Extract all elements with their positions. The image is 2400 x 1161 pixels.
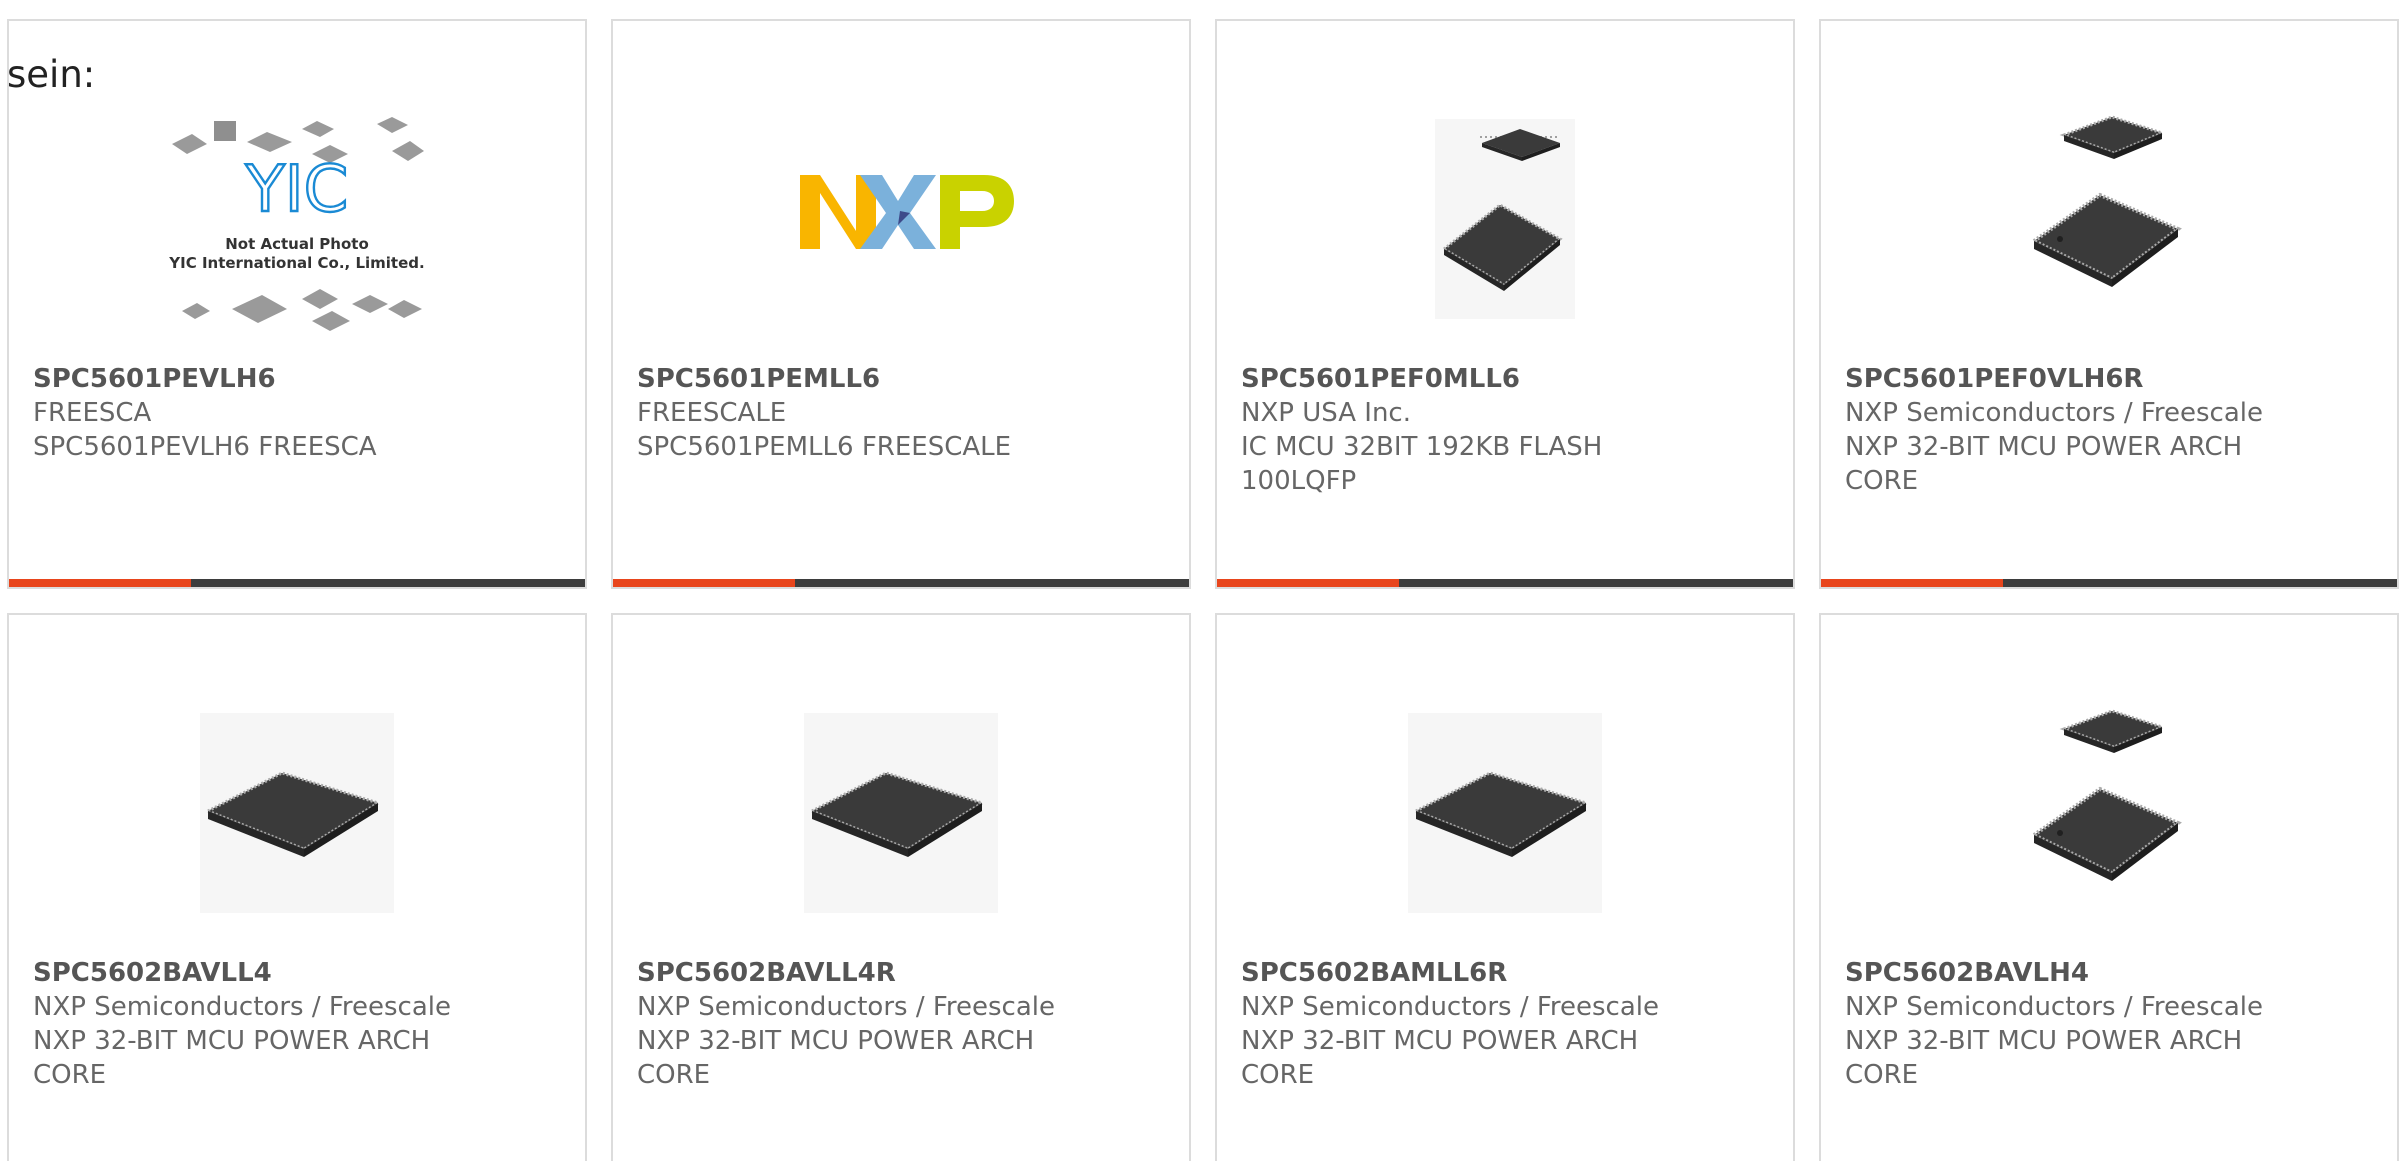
product-image[interactable] [1217, 99, 1793, 339]
card-bottom-bar [1821, 579, 2397, 587]
card-bottom-bar [1217, 579, 1793, 587]
product-info: SPC5601PEMLL6 FREESCALE SPC5601PEMLL6 FR… [637, 362, 1107, 464]
intro-text: sein: [7, 53, 96, 96]
description-text: SPC5601PEMLL6 FREESCALE [637, 432, 1012, 462]
card-bottom-bar [9, 579, 585, 587]
card-accent-bar [1821, 579, 2003, 587]
lqfp-chip-image [200, 713, 394, 913]
product-image[interactable] [1821, 99, 2397, 339]
two-qfp-chips-image [2030, 115, 2182, 287]
manufacturer-text: NXP Semiconductors / Freescale [637, 992, 1056, 1022]
product-info: SPC5601PEF0VLH6R NXP Semiconductors / Fr… [1845, 362, 2315, 498]
manufacturer-text: NXP Semiconductors / Freescale [1241, 992, 1660, 1022]
product-card[interactable]: SPC5602BAVLL4 NXP Semiconductors / Frees… [7, 613, 587, 1161]
description-text: NXP 32-BIT MCU POWER ARCH CORE [1845, 432, 2243, 496]
manufacturer-text: NXP USA Inc. [1241, 398, 1411, 428]
product-image[interactable] [613, 693, 1189, 933]
product-image[interactable] [9, 693, 585, 933]
part-number-link[interactable]: SPC5602BAVLH4 [1845, 956, 2315, 990]
placeholder-not-actual-photo-image: YIC Not Actual Photo YIC International C… [168, 117, 425, 331]
part-number-link[interactable]: SPC5601PEF0MLL6 [1241, 362, 1711, 396]
card-accent-bar [613, 579, 795, 587]
part-number-link[interactable]: SPC5601PEVLH6 [33, 362, 503, 396]
yic-logo-text: YIC [245, 153, 349, 227]
part-number-link[interactable]: SPC5601PEF0VLH6R [1845, 362, 2315, 396]
manufacturer-text: FREESCA [33, 398, 152, 428]
product-info: SPC5601PEF0MLL6 NXP USA Inc. IC MCU 32BI… [1241, 362, 1711, 498]
product-card[interactable]: SPC5601PEF0VLH6R NXP Semiconductors / Fr… [1819, 19, 2399, 589]
placeholder-company-text: YIC International Co., Limited. [168, 254, 424, 272]
two-qfp-chips-image [2030, 709, 2182, 881]
manufacturer-text: NXP Semiconductors / Freescale [1845, 398, 2264, 428]
description-text: NXP 32-BIT MCU POWER ARCH CORE [33, 1026, 431, 1090]
product-info: SPC5602BAMLL6R NXP Semiconductors / Free… [1241, 956, 1711, 1092]
card-bottom-bar [613, 579, 1189, 587]
two-qfp-chips-image [1435, 119, 1575, 319]
description-text: NXP 32-BIT MCU POWER ARCH CORE [1845, 1026, 2243, 1090]
product-image[interactable] [1821, 693, 2397, 933]
description-text: NXP 32-BIT MCU POWER ARCH CORE [637, 1026, 1035, 1090]
manufacturer-text: NXP Semiconductors / Freescale [1845, 992, 2264, 1022]
part-number-link[interactable]: SPC5602BAVLL4R [637, 956, 1107, 990]
not-actual-photo-text: Not Actual Photo [225, 235, 369, 253]
product-info: SPC5601PEVLH6 FREESCA SPC5601PEVLH6 FREE… [33, 362, 503, 464]
product-card[interactable]: SPC5601PEF0MLL6 NXP USA Inc. IC MCU 32BI… [1215, 19, 1795, 589]
product-card[interactable]: SPC5602BAMLL6R NXP Semiconductors / Free… [1215, 613, 1795, 1161]
product-card[interactable]: SPC5602BAVLL4R NXP Semiconductors / Free… [611, 613, 1191, 1161]
product-image[interactable] [1217, 693, 1793, 933]
part-number-link[interactable]: SPC5602BAVLL4 [33, 956, 503, 990]
product-info: SPC5602BAVLH4 NXP Semiconductors / Frees… [1845, 956, 2315, 1092]
manufacturer-text: FREESCALE [637, 398, 787, 428]
lqfp-chip-image [1408, 713, 1602, 913]
product-card[interactable]: YIC Not Actual Photo YIC International C… [7, 19, 587, 589]
product-grid: YIC Not Actual Photo YIC International C… [7, 19, 2400, 1161]
card-accent-bar [1217, 579, 1399, 587]
nxp-logo-image [800, 175, 1014, 249]
description-text: SPC5601PEVLH6 FREESCA [33, 432, 377, 462]
product-info: SPC5602BAVLL4 NXP Semiconductors / Frees… [33, 956, 503, 1092]
description-text: NXP 32-BIT MCU POWER ARCH CORE [1241, 1026, 1639, 1090]
product-listing-page: sein: YIC Not Actual Photo YIC Internati… [0, 0, 2400, 1161]
product-card[interactable]: SPC5602BAVLH4 NXP Semiconductors / Frees… [1819, 613, 2399, 1161]
product-image[interactable]: YIC Not Actual Photo YIC International C… [9, 99, 585, 339]
lqfp-chip-image [804, 713, 998, 913]
product-image[interactable] [613, 99, 1189, 339]
card-accent-bar [9, 579, 191, 587]
manufacturer-text: NXP Semiconductors / Freescale [33, 992, 452, 1022]
description-text: IC MCU 32BIT 192KB FLASH 100LQFP [1241, 432, 1603, 496]
product-info: SPC5602BAVLL4R NXP Semiconductors / Free… [637, 956, 1107, 1092]
part-number-link[interactable]: SPC5602BAMLL6R [1241, 956, 1711, 990]
part-number-link[interactable]: SPC5601PEMLL6 [637, 362, 1107, 396]
product-card[interactable]: SPC5601PEMLL6 FREESCALE SPC5601PEMLL6 FR… [611, 19, 1191, 589]
